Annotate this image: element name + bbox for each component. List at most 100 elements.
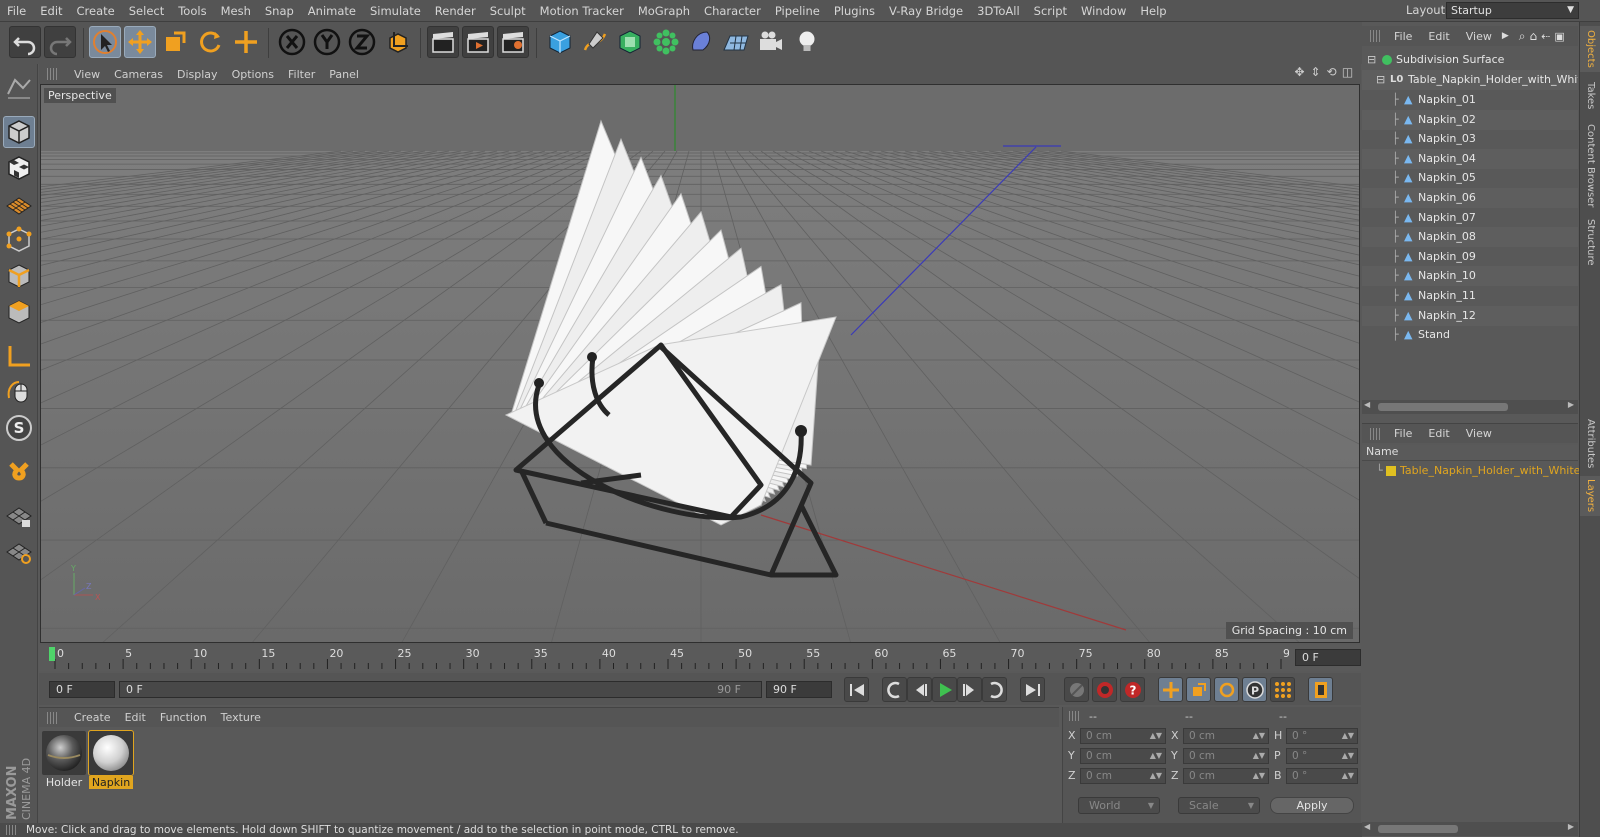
object-row-child[interactable]: ├ ▲ Napkin_09: [1362, 247, 1578, 267]
go-to-end-button[interactable]: [1020, 677, 1045, 702]
search-icon[interactable]: ⌕: [1519, 29, 1526, 44]
playhead-marker[interactable]: [49, 647, 55, 661]
panel-grip-icon[interactable]: [47, 711, 59, 724]
menu-plugins[interactable]: Plugins: [827, 0, 882, 22]
scroll-right-icon[interactable]: ▶: [1568, 400, 1574, 409]
render-to-picture-viewer-button[interactable]: [462, 26, 494, 58]
menu-help[interactable]: Help: [1133, 0, 1173, 22]
next-key-button[interactable]: [982, 677, 1007, 702]
tab-content-browser[interactable]: Content Browser: [1580, 120, 1600, 212]
render-view-button[interactable]: [427, 26, 459, 58]
key-point-level-button[interactable]: [1270, 677, 1295, 702]
end-frame-field[interactable]: 90 F: [766, 681, 832, 698]
menu-sculpt[interactable]: Sculpt: [483, 0, 533, 22]
object-row-child[interactable]: ├ ▲ Napkin_12: [1362, 305, 1578, 326]
home-icon[interactable]: ⌂: [1530, 29, 1538, 43]
spinner-icon[interactable]: ▲▼: [1253, 729, 1265, 743]
scroll-left-icon[interactable]: ◀: [1364, 400, 1370, 409]
edges-mode-button[interactable]: [3, 260, 35, 292]
rotate-tool-button[interactable]: [194, 26, 226, 58]
undo-button[interactable]: [9, 26, 41, 58]
menu-mograph[interactable]: MoGraph: [631, 0, 697, 22]
scroll-thumb[interactable]: [1378, 825, 1458, 833]
solo-mode-button[interactable]: S: [3, 412, 35, 444]
previous-frame-button[interactable]: [907, 677, 932, 702]
material-menu-function[interactable]: Function: [153, 711, 214, 724]
spinner-icon[interactable]: ▲▼: [1342, 749, 1354, 763]
position-z-field[interactable]: 0 cm ▲▼: [1080, 768, 1166, 784]
z-axis-button[interactable]: [346, 26, 378, 58]
previous-key-button[interactable]: [882, 677, 907, 702]
spinner-icon[interactable]: ▲▼: [1150, 729, 1162, 743]
scale-tool-button[interactable]: [159, 26, 191, 58]
timeline-window-button[interactable]: [1308, 677, 1333, 702]
menu-simulate[interactable]: Simulate: [363, 0, 428, 22]
floor-button[interactable]: [720, 26, 752, 58]
size-y-field[interactable]: 0 cm ▲▼: [1183, 748, 1269, 764]
object-row-child[interactable]: ├ ▲ Napkin_01: [1362, 90, 1578, 110]
scroll-left-icon[interactable]: ◀: [1364, 822, 1370, 831]
back-icon[interactable]: ⇠: [1541, 30, 1550, 43]
x-axis-button[interactable]: [276, 26, 308, 58]
menu-character[interactable]: Character: [697, 0, 768, 22]
deformer-button[interactable]: [685, 26, 717, 58]
menu-select[interactable]: Select: [122, 0, 171, 22]
spinner-icon[interactable]: ▲▼: [1150, 749, 1162, 763]
autokeying-button[interactable]: [1092, 677, 1117, 702]
layer-horizontal-scrollbar[interactable]: ◀ ▶: [1362, 822, 1578, 836]
new-view-icon[interactable]: ▣: [1554, 30, 1564, 43]
size-z-field[interactable]: 0 cm ▲▼: [1183, 768, 1269, 784]
planar-workplane-button[interactable]: [3, 536, 35, 568]
panel-grip-icon[interactable]: [1069, 711, 1079, 721]
viewport-menu-options[interactable]: Options: [225, 68, 281, 81]
coordinate-system-button[interactable]: [382, 26, 414, 58]
layer-row[interactable]: └ Table_Napkin_Holder_with_White: [1362, 461, 1580, 481]
layer-menu-file[interactable]: File: [1386, 427, 1420, 440]
object-row-child[interactable]: ├ ▲ Napkin_11: [1362, 286, 1578, 306]
object-row-child[interactable]: ├ ▲ Napkin_07: [1362, 208, 1578, 228]
spline-pen-button[interactable]: [579, 26, 611, 58]
timeline[interactable]: 0 5 10 15 20 25 30 35 40 45 50 55 60 65 70 75 80 85 90 0 F: [39, 645, 1361, 671]
object-row-child[interactable]: ├ ▲ Stand: [1362, 325, 1578, 345]
orbit-icon[interactable]: ⟲: [1325, 66, 1338, 79]
viewport-camera-label[interactable]: Perspective: [44, 88, 116, 103]
menu-window[interactable]: Window: [1074, 0, 1133, 22]
object-row-child[interactable]: ├ ▲ Napkin_03: [1362, 129, 1578, 149]
menu-snap[interactable]: Snap: [258, 0, 301, 22]
layer-color-swatch[interactable]: [1386, 466, 1396, 476]
material-menu-create[interactable]: Create: [67, 711, 118, 724]
viewport-menu-cameras[interactable]: Cameras: [107, 68, 170, 81]
viewport-menu-view[interactable]: View: [67, 68, 107, 81]
viewport-menu-panel[interactable]: Panel: [322, 68, 366, 81]
material-menu-texture[interactable]: Texture: [214, 711, 268, 724]
spinner-icon[interactable]: ▲▼: [1342, 769, 1354, 783]
menu-render[interactable]: Render: [428, 0, 483, 22]
collapse-toggle-icon[interactable]: ⊟: [1367, 50, 1376, 70]
menu-3dtoall[interactable]: 3DToAll: [970, 0, 1027, 22]
viewport-menu-display[interactable]: Display: [170, 68, 225, 81]
model-mode-button[interactable]: [3, 116, 35, 148]
polygons-mode-button[interactable]: [3, 296, 35, 328]
tab-structure[interactable]: Structure: [1580, 216, 1600, 268]
key-scale-button[interactable]: [1186, 677, 1211, 702]
menu-create[interactable]: Create: [70, 0, 122, 22]
start-frame-field[interactable]: 0 F: [49, 681, 115, 698]
spinner-icon[interactable]: ▲▼: [1150, 769, 1162, 783]
preview-range-slider[interactable]: 0 F 90 F: [119, 681, 762, 698]
axis-mode-button[interactable]: [3, 340, 35, 372]
collapse-toggle-icon[interactable]: ⊟: [1376, 70, 1385, 90]
workplane-mode-button[interactable]: [3, 188, 35, 220]
object-horizontal-scrollbar[interactable]: ◀ ▶: [1362, 400, 1578, 414]
menu-motion-tracker[interactable]: Motion Tracker: [533, 0, 631, 22]
apply-button[interactable]: Apply: [1270, 797, 1354, 814]
light-button[interactable]: [791, 26, 823, 58]
points-mode-button[interactable]: [3, 224, 35, 256]
menu-tools[interactable]: Tools: [171, 0, 213, 22]
go-to-start-button[interactable]: [844, 677, 869, 702]
redo-button[interactable]: [44, 26, 76, 58]
record-active-objects-button[interactable]: [1064, 677, 1089, 702]
recent-tool-button[interactable]: [230, 26, 262, 58]
object-menu-edit[interactable]: Edit: [1420, 30, 1457, 43]
layout-select[interactable]: Startup ▼: [1446, 2, 1579, 19]
object-row-group[interactable]: ⊟ L0 Table_Napkin_Holder_with_Whit: [1362, 70, 1578, 90]
